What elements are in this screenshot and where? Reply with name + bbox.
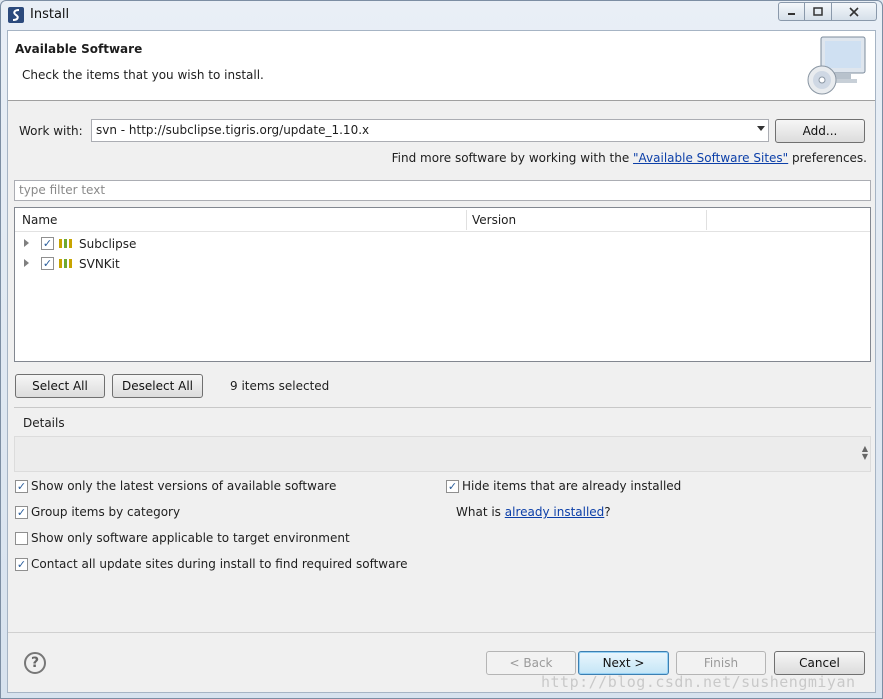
option-label: Contact all update sites during install … — [31, 557, 408, 571]
option-label: Hide items that are already installed — [462, 479, 682, 493]
column-name-header[interactable]: Name — [22, 213, 57, 227]
more-software-prefix: Find more software by working with the — [391, 151, 634, 165]
software-tree[interactable]: Name Version ✓ Subclipse ✓ SVNKit — [14, 207, 871, 362]
dialog-body: Available Software Check the items that … — [7, 30, 876, 693]
hide-installed-checkbox[interactable]: ✓ — [446, 480, 459, 493]
feature-group-icon — [59, 239, 72, 248]
finish-button[interactable]: Finish — [676, 651, 766, 675]
more-software-text: Find more software by working with the "… — [392, 151, 867, 165]
install-window: Install Available Software Check the ite… — [0, 0, 883, 699]
tree-header: Name Version — [15, 208, 870, 232]
back-button[interactable]: < Back — [486, 651, 576, 675]
applicable-only-checkbox[interactable] — [15, 532, 28, 545]
latest-versions-checkbox[interactable]: ✓ — [15, 480, 28, 493]
selection-count: 9 items selected — [230, 379, 330, 393]
group-by-category-checkbox[interactable]: ✓ — [15, 506, 28, 519]
column-divider[interactable] — [706, 210, 707, 230]
item-checkbox[interactable]: ✓ — [41, 237, 54, 250]
header-banner: Available Software Check the items that … — [8, 31, 875, 101]
expand-arrow-icon[interactable] — [24, 259, 29, 267]
details-text-area[interactable]: ▲ ▼ — [14, 436, 871, 472]
column-version-header[interactable]: Version — [472, 213, 516, 227]
item-label: SVNKit — [79, 257, 120, 271]
deselect-all-button[interactable]: Deselect All — [112, 374, 203, 398]
filter-input[interactable]: type filter text — [14, 180, 871, 201]
add-site-button[interactable]: Add... — [775, 119, 865, 143]
expand-arrow-icon[interactable] — [24, 239, 29, 247]
work-with-value: svn - http://subclipse.tigris.org/update… — [96, 123, 370, 137]
what-is-prefix: What is — [456, 505, 505, 519]
details-label: Details — [23, 416, 65, 430]
chevron-down-icon[interactable] — [757, 126, 765, 131]
tree-row-svnkit[interactable]: ✓ SVNKit — [15, 253, 870, 273]
footer-divider — [8, 632, 875, 633]
next-button[interactable]: Next > — [578, 651, 669, 675]
eclipse-app-icon — [8, 7, 24, 23]
install-cd-icon — [807, 36, 866, 95]
option-label: Show only software applicable to target … — [31, 531, 350, 545]
page-description: Check the items that you wish to install… — [22, 68, 264, 82]
more-software-suffix: preferences. — [788, 151, 867, 165]
what-is-suffix: ? — [604, 505, 611, 519]
scroll-arrows-icon[interactable]: ▲ ▼ — [862, 445, 868, 461]
minimize-icon[interactable] — [778, 2, 805, 21]
window-controls — [778, 2, 877, 21]
option-label: Show only the latest versions of availab… — [31, 479, 337, 493]
page-title: Available Software — [15, 42, 143, 56]
help-icon[interactable]: ? — [24, 652, 46, 674]
window-title: Install — [30, 7, 70, 22]
title-bar[interactable]: Install — [1, 1, 882, 29]
tree-row-subclipse[interactable]: ✓ Subclipse — [15, 233, 870, 253]
column-divider[interactable] — [466, 210, 467, 230]
select-all-button[interactable]: Select All — [15, 374, 105, 398]
contact-all-sites-checkbox[interactable]: ✓ — [15, 558, 28, 571]
cancel-button[interactable]: Cancel — [774, 651, 865, 675]
details-group: Details ▲ ▼ — [14, 407, 871, 472]
option-label: Group items by category — [31, 505, 181, 519]
work-with-combo[interactable]: svn - http://subclipse.tigris.org/update… — [91, 119, 769, 142]
available-sites-link[interactable]: "Available Software Sites" — [633, 151, 788, 165]
close-icon[interactable] — [832, 2, 877, 21]
watermark-text: http://blog.csdn.net/sushengmiyan — [541, 673, 856, 691]
item-label: Subclipse — [79, 237, 137, 251]
work-with-label: Work with: — [19, 124, 83, 138]
already-installed-link[interactable]: already installed — [505, 505, 605, 519]
maximize-icon[interactable] — [805, 2, 832, 21]
item-checkbox[interactable]: ✓ — [41, 257, 54, 270]
what-is-installed-text: What is already installed? — [456, 505, 611, 519]
feature-group-icon — [59, 259, 72, 268]
